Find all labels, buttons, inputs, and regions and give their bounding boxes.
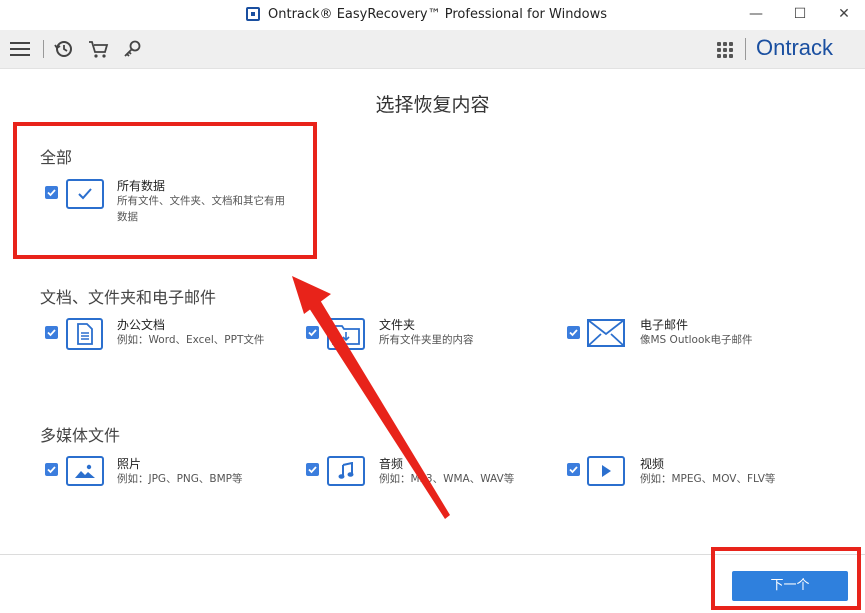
annotation-arrow (292, 276, 450, 519)
